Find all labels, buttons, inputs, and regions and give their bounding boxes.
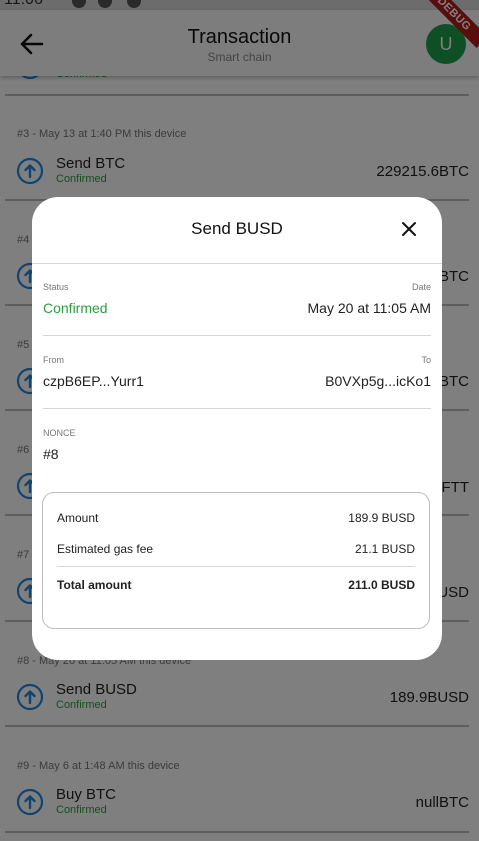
to-label: To <box>421 355 431 365</box>
transaction-detail-dialog: Send BUSD Status Date Confirmed May 20 a… <box>32 197 442 660</box>
from-address[interactable]: czpB6EP...Yurr1 <box>43 373 144 389</box>
amount-label: Amount <box>57 511 99 525</box>
dialog-title: Send BUSD <box>191 219 283 238</box>
status-value: Confirmed <box>43 300 108 316</box>
divider <box>57 566 415 567</box>
close-icon[interactable] <box>400 220 418 238</box>
status-label: Status <box>43 282 69 292</box>
divider <box>43 335 431 336</box>
total-value: 211.0 BUSD <box>348 578 415 592</box>
amount-value: 189.9 BUSD <box>348 511 415 525</box>
gas-fee-label: Estimated gas fee <box>57 542 154 556</box>
divider <box>32 263 442 264</box>
divider <box>43 408 431 409</box>
nonce-value: #8 <box>43 446 59 462</box>
date-label: Date <box>411 282 431 292</box>
date-value: May 20 at 11:05 AM <box>307 300 431 316</box>
total-label: Total amount <box>57 578 132 592</box>
to-address[interactable]: B0VXp5g...icKo1 <box>325 373 431 389</box>
gas-fee-value: 21.1 BUSD <box>354 542 415 556</box>
from-label: From <box>43 355 64 365</box>
fee-summary-card: Amount 189.9 BUSD Estimated gas fee 21.1… <box>42 492 430 629</box>
nonce-label: NONCE <box>43 428 76 438</box>
